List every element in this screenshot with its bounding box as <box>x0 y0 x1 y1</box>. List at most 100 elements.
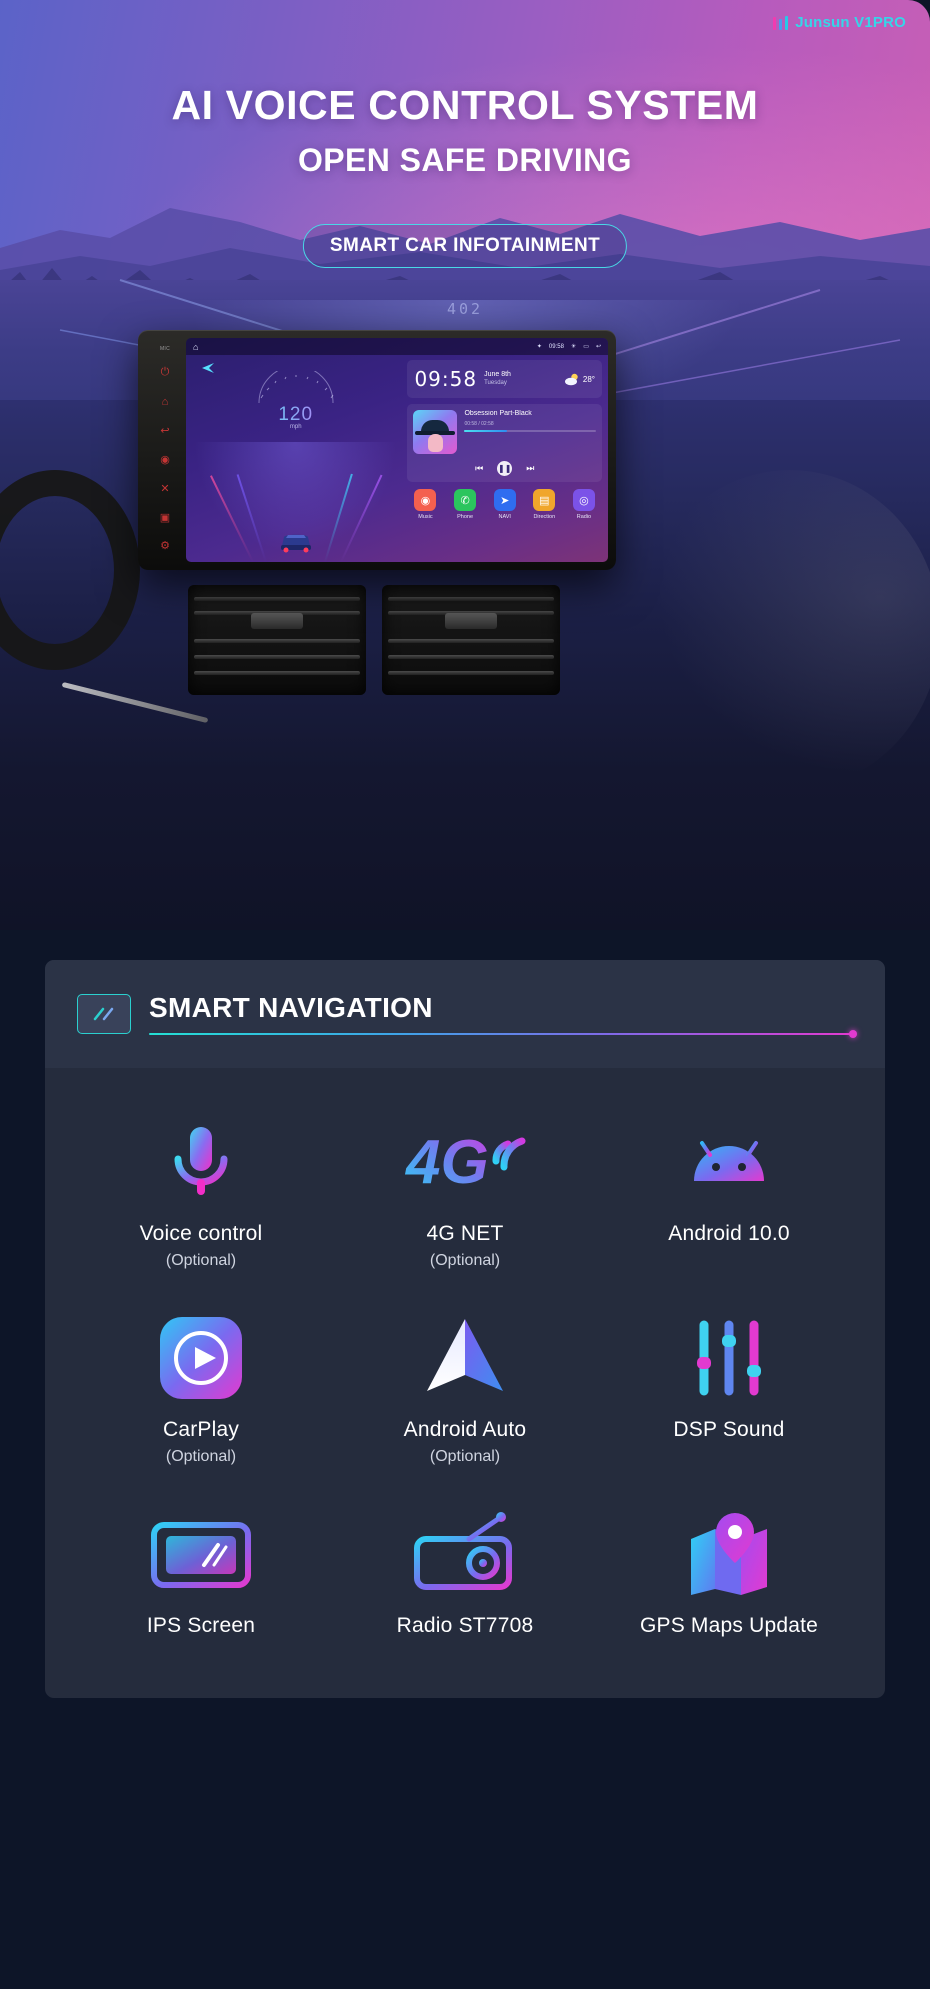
infotainment-pill: SMART CAR INFOTAINMENT <box>302 224 628 268</box>
app-direction[interactable]: ▤ Direction <box>527 489 561 520</box>
gps-map-icon <box>603 1508 855 1600</box>
app-label: Radio <box>576 514 592 520</box>
feature-label: Android Auto <box>403 1418 527 1441</box>
feature-ips-screen: IPS Screen <box>69 1494 333 1664</box>
feature-label: IPS Screen <box>146 1614 256 1637</box>
phone-icon[interactable]: ✆ <box>454 489 477 511</box>
dashboard-right <box>640 470 930 790</box>
head-unit-side-buttons[interactable]: MIC ⏻ ⌂ ↩ ◉ ✕ ▣ ⚙ <box>146 340 184 560</box>
feature-gps-maps: GPS Maps Update <box>597 1494 861 1664</box>
clock-widget[interactable]: 09:58 June 8th Tuesday 28° <box>407 360 602 398</box>
page-subtitle: OPEN SAFE DRIVING <box>298 142 632 178</box>
brightness-icon[interactable]: ☀ <box>571 343 576 350</box>
carplay-icon <box>75 1312 327 1404</box>
signal-bars-icon <box>773 15 789 30</box>
hero-section: Junsun V1PRO AI VOICE CONTROL SYSTEM OPE… <box>0 0 930 930</box>
bluetooth-icon: ✦ <box>536 344 542 350</box>
smart-navigation-panel: SMART NAVIGATION Voice control (Optional… <box>45 960 885 1698</box>
mic-label: MIC <box>159 346 171 352</box>
section-divider <box>149 1030 857 1039</box>
app-label: NAVI <box>498 514 511 520</box>
speed-unit: mph <box>289 424 302 430</box>
status-right-group: ✦ 09:58 ☀ ▭ ↩ <box>536 343 601 351</box>
weather-group: 28° <box>564 373 595 386</box>
section-title: SMART NAVIGATION <box>149 991 433 1023</box>
feature-voice-control: Voice control (Optional) <box>69 1102 333 1290</box>
4g-signal-icon: 4G <box>339 1116 591 1208</box>
navigation-arrow-icon[interactable]: ➤ <box>493 489 516 511</box>
clock-date: June 8th <box>484 370 511 378</box>
section-header: SMART NAVIGATION <box>45 960 885 1068</box>
prev-track-icon[interactable]: ⏮ <box>475 463 483 474</box>
feature-grid: Voice control (Optional) 4G 4G NET (Opti… <box>45 1068 885 1664</box>
temperature: 28° <box>582 374 595 384</box>
feature-label: CarPlay <box>162 1418 240 1441</box>
power-icon[interactable]: ⏻ <box>157 365 173 381</box>
widgets-column: 09:58 June 8th Tuesday 28° Obsession Par… <box>405 355 608 562</box>
feature-label: 4G NET <box>426 1222 504 1245</box>
feature-4g-net: 4G 4G NET (Optional) <box>333 1102 597 1290</box>
page-title: AI VOICE CONTROL SYSTEM <box>171 82 759 128</box>
camera-icon[interactable]: ▣ <box>157 509 173 525</box>
feature-note: (Optional) <box>165 1448 237 1465</box>
next-track-icon[interactable]: ⏭ <box>526 463 534 474</box>
back-icon[interactable]: ↩ <box>157 423 173 439</box>
volume-icon[interactable]: ◉ <box>157 451 173 467</box>
music-meta: Obsession Part-Black 00:58 / 02:58 <box>464 410 596 454</box>
feature-radio: Radio ST7708 <box>333 1494 597 1664</box>
feature-label: DSP Sound <box>673 1418 785 1441</box>
slashes-icon <box>77 994 131 1034</box>
progress-bar[interactable] <box>464 430 596 432</box>
music-controls[interactable]: ⏮ ❚❚ ⏭ <box>413 461 596 476</box>
feature-note: (Optional) <box>429 1448 501 1465</box>
feature-carplay: CarPlay (Optional) <box>69 1298 333 1486</box>
app-dock[interactable]: ◉ Music ✆ Phone ➤ NAVI ▤ Direction ◎ Rad… <box>407 489 602 520</box>
ips-screen-icon <box>75 1508 327 1600</box>
air-vent-left <box>188 585 366 695</box>
clock-weekday: Tuesday <box>484 379 507 386</box>
product-banner-page: Junsun V1PRO AI VOICE CONTROL SYSTEM OPE… <box>0 0 930 1989</box>
speedometer-arc-icon <box>258 365 334 404</box>
feature-label: GPS Maps Update <box>639 1614 819 1637</box>
feature-android-auto: Android Auto (Optional) <box>333 1298 597 1486</box>
head-unit-screen[interactable]: ⌂ ✦ 09:58 ☀ ▭ ↩ 120 mph 09:58 June 8th T… <box>186 338 608 562</box>
dsp-sliders-icon <box>603 1312 855 1404</box>
app-label: Phone <box>457 514 474 520</box>
app-phone[interactable]: ✆ Phone <box>448 489 482 520</box>
direction-icon[interactable]: ▤ <box>533 489 556 511</box>
page-footer-strip <box>0 1963 930 1989</box>
back-icon[interactable]: ↩ <box>596 343 601 350</box>
settings-icon[interactable]: ⚙ <box>157 538 173 554</box>
music-widget[interactable]: Obsession Part-Black 00:58 / 02:58 ⏮ ❚❚ … <box>407 404 602 482</box>
feature-note: (Optional) <box>429 1252 501 1269</box>
app-music[interactable]: ◉ Music <box>408 489 442 520</box>
speed-value: 120 <box>253 404 339 426</box>
clock-time: 09:58 <box>414 367 478 391</box>
screen-body: 120 mph 09:58 June 8th Tuesday 28° Obses… <box>186 355 608 562</box>
status-bar: ⌂ ✦ 09:58 ☀ ▭ ↩ <box>186 338 608 355</box>
pause-icon[interactable]: ❚❚ <box>497 461 513 476</box>
app-label: Direction <box>533 514 556 520</box>
speedometer: 120 mph <box>253 365 339 430</box>
section-title-wrap: SMART NAVIGATION <box>149 991 857 1039</box>
radio-icon[interactable]: ◎ <box>572 489 595 511</box>
brand-name: Junsun V1PRO <box>795 14 906 31</box>
air-vent-right <box>382 585 560 695</box>
album-art <box>413 410 458 454</box>
clock-date-group: June 8th Tuesday <box>484 371 511 387</box>
screenshot-icon[interactable]: ▭ <box>583 343 589 350</box>
location-icon <box>202 363 214 373</box>
status-clock: 09:58 <box>548 343 564 350</box>
app-radio[interactable]: ◎ Radio <box>567 489 601 520</box>
home-icon[interactable]: ⌂ <box>193 342 198 352</box>
mute-icon[interactable]: ✕ <box>157 480 173 496</box>
brand-logo: Junsun V1PRO <box>773 14 906 31</box>
music-icon[interactable]: ◉ <box>414 489 437 511</box>
microphone-icon <box>75 1116 327 1208</box>
home-icon[interactable]: ⌂ <box>157 394 173 410</box>
feature-android: Android 10.0 <box>597 1102 861 1290</box>
song-time: 00:58 / 02:58 <box>464 421 494 427</box>
app-navi[interactable]: ➤ NAVI <box>488 489 522 520</box>
feature-label: Radio ST7708 <box>396 1614 534 1637</box>
app-label: Music <box>418 514 433 520</box>
